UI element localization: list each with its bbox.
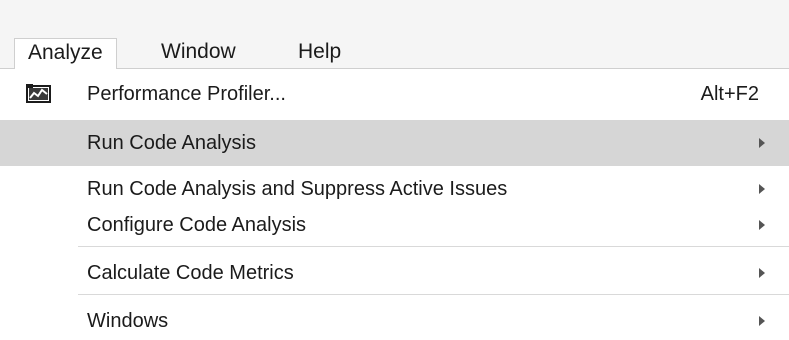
menu-bar: Analyze Window Help — [0, 0, 789, 70]
shortcut-text: Alt+F2 — [700, 83, 759, 105]
menubar-analyze[interactable]: Analyze — [14, 38, 117, 70]
submenu-arrow-icon — [759, 316, 765, 326]
menu-separator — [78, 246, 789, 247]
submenu-arrow-icon — [759, 138, 765, 148]
submenu-arrow-icon — [759, 184, 765, 194]
menu-item-label: Windows — [87, 310, 169, 332]
performance-profiler-icon — [26, 84, 51, 103]
menu-separator — [78, 294, 789, 295]
menu-item-calculate-code-metrics[interactable]: Calculate Code Metrics — [0, 250, 789, 296]
submenu-arrow-icon — [759, 220, 765, 230]
app-window: Analyze Window Help Performance Profiler… — [0, 0, 789, 340]
menu-item-label: Calculate Code Metrics — [87, 262, 294, 284]
menu-item-run-code-analysis[interactable]: Run Code Analysis — [0, 120, 789, 166]
submenu-arrow-icon — [759, 268, 765, 278]
menubar-help[interactable]: Help — [282, 38, 357, 69]
menubar-window[interactable]: Window — [145, 38, 252, 69]
menu-item-label: Performance Profiler... — [87, 83, 286, 105]
menu-item-label: Configure Code Analysis — [87, 214, 307, 236]
menu-item-configure-code-analysis[interactable]: Configure Code Analysis — [0, 202, 789, 248]
menu-item-performance-profiler[interactable]: Performance Profiler... Alt+F2 — [0, 71, 789, 117]
analyze-dropdown-menu: Performance Profiler... Alt+F2 Run Code … — [0, 69, 789, 340]
menu-item-label: Run Code Analysis — [87, 132, 256, 154]
menu-item-windows[interactable]: Windows — [0, 298, 789, 340]
